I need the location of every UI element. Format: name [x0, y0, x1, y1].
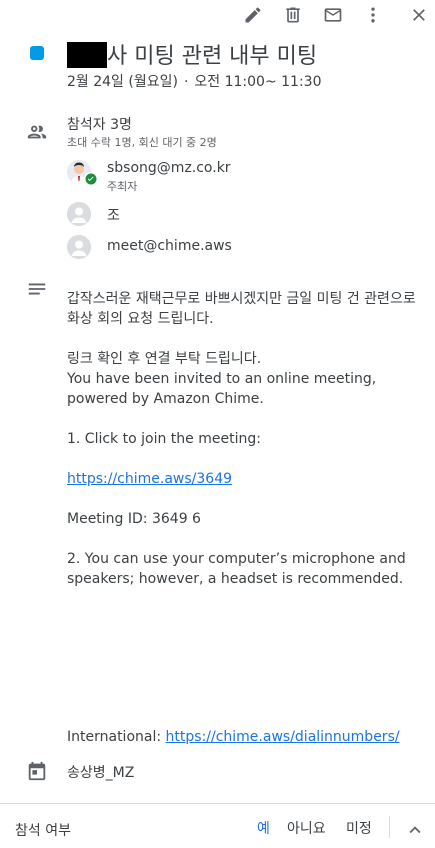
- guests-summary: 초대 수락 1명, 회신 대기 중 2명: [67, 136, 217, 149]
- description-step: 1. Click to join the meeting:: [67, 431, 261, 447]
- chevron-up-icon[interactable]: [404, 819, 426, 841]
- event-title: 사 미팅 관련 내부 미팅: [67, 38, 317, 70]
- avatar: [67, 235, 91, 259]
- description-text: 링크 확인 후 연결 부탁 드립니다.: [67, 351, 262, 367]
- rsvp-bar: 참석 여부 예 아니요 미정: [0, 803, 435, 848]
- notes-icon: [26, 278, 48, 300]
- meeting-id: Meeting ID: 3649 6: [67, 511, 201, 527]
- rsvp-label: 참석 여부: [15, 823, 71, 839]
- guest-item[interactable]: 조: [67, 202, 407, 230]
- international-label: International:: [67, 729, 162, 745]
- guest-role: 주최자: [107, 180, 138, 193]
- guest-item-organizer[interactable]: sbsong@mz.co.kr 주최자: [67, 160, 407, 193]
- guest-name: sbsong@mz.co.kr: [107, 160, 231, 176]
- description-intro: 갑작스러운 재택근무로 바쁘시겠지만 금일 미팅 건 관련으로 화상 회의 요청…: [67, 291, 416, 327]
- guest-name: meet@chime.aws: [107, 238, 232, 254]
- event-description: 갑작스러운 재택근무로 바쁘시겠지만 금일 미팅 건 관련으로 화상 회의 요청…: [67, 289, 432, 589]
- rsvp-no-button[interactable]: 아니요: [287, 818, 326, 838]
- edit-icon[interactable]: [241, 3, 265, 27]
- description-text: You have been invited to an online meeti…: [67, 371, 377, 407]
- event-color-swatch: [30, 46, 44, 60]
- description-step: 2. You can use your computer’s microphon…: [67, 551, 406, 587]
- footer-divider: [389, 816, 390, 838]
- join-meeting-link[interactable]: https://chime.aws/3649: [67, 471, 232, 487]
- rsvp-yes-button[interactable]: 예: [257, 818, 270, 838]
- more-vert-icon[interactable]: [361, 3, 385, 27]
- dialin-numbers-link[interactable]: https://chime.aws/dialinnumbers/: [166, 729, 400, 745]
- close-icon[interactable]: [407, 3, 431, 27]
- datetime-separator: ·: [183, 74, 189, 90]
- rsvp-maybe-button[interactable]: 미정: [346, 818, 372, 838]
- event-header: 사 미팅 관련 내부 미팅: [0, 36, 435, 70]
- guest-name: 조: [107, 208, 120, 224]
- accepted-check-icon: [84, 172, 98, 186]
- calendar-icon: [26, 760, 48, 782]
- event-title-text: 사 미팅 관련 내부 미팅: [107, 44, 318, 69]
- guest-item[interactable]: meet@chime.aws: [67, 235, 407, 263]
- event-datetime: 2월 24일 (월요일) · 오전 11:00~ 11:30: [67, 71, 322, 91]
- international-line: International: https://chime.aws/dialinn…: [67, 729, 400, 745]
- avatar: [67, 202, 91, 226]
- guests-heading: 참석자 3명: [67, 117, 132, 133]
- email-icon[interactable]: [321, 3, 345, 27]
- delete-icon[interactable]: [281, 3, 305, 27]
- calendar-owner: 송상병_MZ: [67, 765, 135, 781]
- redacted-block: [67, 42, 107, 68]
- event-date: 2월 24일 (월요일): [67, 74, 178, 90]
- people-icon: [26, 121, 48, 143]
- event-time: 오전 11:00~ 11:30: [194, 74, 322, 90]
